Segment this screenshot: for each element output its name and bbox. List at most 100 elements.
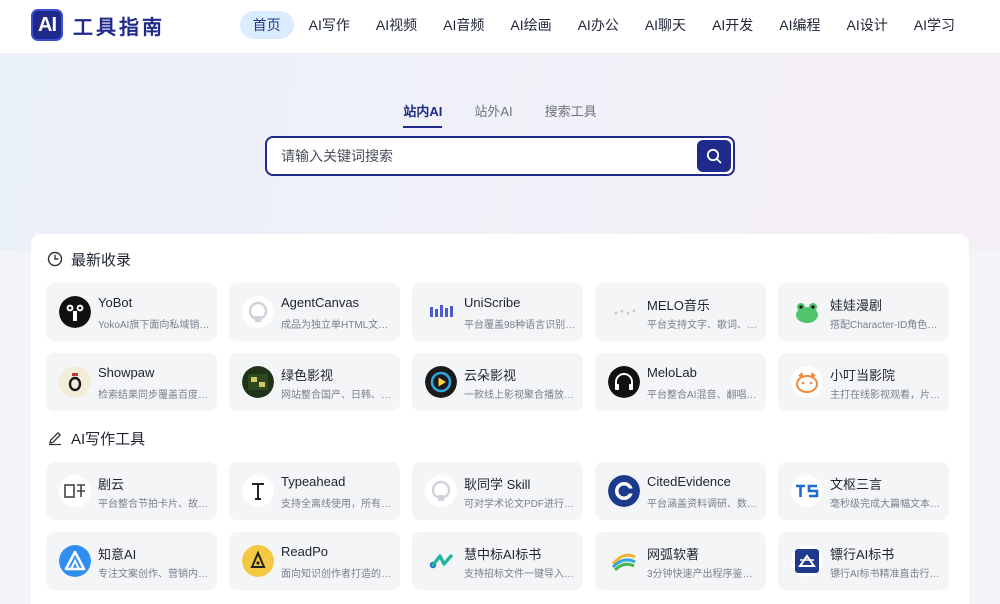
nav-item-6[interactable]: AI聊天 [634,11,697,39]
section-title-writing: AI写作工具 [47,428,145,448]
tool-card[interactable]: UniScribe 平台覆盖98种语言识别与转写 [412,283,583,341]
tool-name: 知意AI [98,547,137,562]
tool-description: 平台支持文字、歌词、风格生成 [647,320,759,331]
tool-card[interactable]: AgentCanvas 成品为独立单HTML文件的画布 [229,283,400,341]
uniscribe-icon [425,296,457,328]
tool-name: Typeahead [281,474,346,489]
tool-description: 检索结果同步覆盖百度网盘资源 [98,390,210,401]
tool-name: ReadPo [281,544,328,559]
tool-description: 面向知识创作者打造的AI工具 [281,569,393,580]
tool-description: 3分钟快速产出程序鉴别材料 [647,569,759,580]
tool-card[interactable]: Typeahead 支持全离线使用，所有数据本地 [229,462,400,520]
tool-name: 文枢三言 [830,477,883,492]
tool-card[interactable]: 娃娃漫剧搭配Character-ID角色一致性 [778,283,949,341]
tool-name: 耿同学 Skill [464,477,531,492]
pencil-icon [49,432,61,446]
tool-card[interactable]: Showpaw 检索结果同步覆盖百度网盘资源 [46,353,217,411]
nav-item-0[interactable]: 首页 [239,11,294,39]
site-logo[interactable]: AI 工具指南 [31,8,165,42]
tool-card[interactable]: 绿色影视网站整合国产、日韩、欧美影视 [229,353,400,411]
cited-icon [608,475,640,507]
search-input[interactable] [281,145,691,167]
hero-section: 站内AI 站外AI 搜索工具 [0,55,1000,250]
top-header: AI 工具指南 首页 AI写作 AI视频 AI音频 AI绘画 AI办公 AI聊天 AI开发 AI… [0,0,1000,54]
tool-name: 娃娃漫剧 [830,298,883,313]
clock-icon [47,251,63,267]
search-tab-2[interactable]: 搜索工具 [545,101,597,128]
tool-description: 网站整合国产、日韩、欧美影视 [281,390,393,401]
github-icon [242,296,274,328]
nav-item-2[interactable]: AI视频 [365,11,428,39]
tool-card[interactable]: MeloLab 平台整合AI混音、翻唱与编曲 [595,353,766,411]
nav-item-7[interactable]: AI开发 [701,11,764,39]
nav-item-4[interactable]: AI绘画 [499,11,562,39]
yobot-icon [59,296,91,328]
search-tab-0[interactable]: 站内AI [403,101,443,128]
tool-card[interactable]: 文枢三言毫秒级完成大篇幅文本生成 [778,462,949,520]
tool-card[interactable]: 知意AI 专注文案创作、营销内容生成 [46,532,217,590]
nav-item-5[interactable]: AI办公 [567,11,630,39]
tool-description: 搭配Character-ID角色一致性 [830,320,942,331]
zhiyi-icon [59,545,91,577]
search-icon [706,148,722,164]
tool-description: 成品为独立单HTML文件的画布 [281,320,393,331]
tool-card[interactable]: 镖行AI标书镖行AI标书精准直击行业痛点 [778,532,949,590]
tool-card[interactable]: 慧中标AI标书支持招标文件一键导入解析 [412,532,583,590]
biaoxing-icon [791,545,823,577]
tool-name: AgentCanvas [281,295,360,310]
section-title-text: AI写作工具 [71,430,146,448]
nav-item-10[interactable]: AI学习 [903,11,966,39]
ts-icon [791,475,823,507]
tool-card[interactable]: 剧云平台整合节拍卡片、故事大纲 [46,462,217,520]
typeahead-icon [242,475,274,507]
tool-description: YokoAI旗下面向私域销售场景 [98,320,210,331]
nav-item-8[interactable]: AI编程 [768,11,831,39]
cat-icon [791,366,823,398]
tool-description: 平台涵盖资料调研、数据分析 [647,499,759,510]
tool-card[interactable]: CitedEvidence 平台涵盖资料调研、数据分析 [595,462,766,520]
tool-name: YoBot [98,295,133,310]
tool-name: 云朵影视 [464,368,517,383]
tool-description: 镖行AI标书精准直击行业痛点 [830,569,942,580]
tool-name: UniScribe [464,295,521,310]
tool-name: 绿色影视 [281,368,334,383]
tool-card[interactable]: 云朵影视一款线上影视聚合播放平台 [412,353,583,411]
search-tabs: 站内AI 站外AI 搜索工具 [0,101,1000,128]
tool-card[interactable]: 小叮当影院主打在线影视观看，片源丰富 [778,353,949,411]
tool-card[interactable]: 耿同学 Skill 可对学术论文PDF进行解读 [412,462,583,520]
tool-card[interactable]: YoBot YokoAI旗下面向私域销售场景 [46,283,217,341]
search-box [265,136,735,176]
tool-description: 专注文案创作、营销内容生成 [98,569,210,580]
tool-name: 剧云 [98,477,125,492]
tool-card[interactable]: MELO音乐平台支持文字、歌词、风格生成 [595,283,766,341]
tool-name: MeloLab [647,365,697,380]
nav-item-3[interactable]: AI音频 [432,11,495,39]
logo-text: 工具指南 [73,14,165,39]
tool-name: 小叮当影院 [830,368,896,383]
logo-badge: AI [31,9,63,41]
tool-name: MELO音乐 [647,298,710,313]
tool-description: 毫秒级完成大篇幅文本生成 [830,499,942,510]
tool-name: Showpaw [98,365,155,380]
search-button[interactable] [697,140,731,172]
search-tab-1[interactable]: 站外AI [474,101,512,128]
frog-icon [791,296,823,328]
section-title-text: 最新收录 [71,251,132,269]
nav-item-9[interactable]: AI设计 [836,11,899,39]
section-title-latest: 最新收录 [47,249,131,269]
tool-card[interactable]: ReadPo 面向知识创作者打造的AI工具 [229,532,400,590]
readpo-icon [242,545,274,577]
tool-name: CitedEvidence [647,474,731,489]
tool-description: 平台整合节拍卡片、故事大纲 [98,499,210,510]
tool-card[interactable]: 网弧软著 3分钟快速产出程序鉴别材料 [595,532,766,590]
tool-name: 慧中标AI标书 [464,547,542,562]
tool-description: 主打在线影视观看，片源丰富 [830,390,942,401]
showpaw-icon [59,366,91,398]
tool-description: 支持招标文件一键导入解析 [464,569,576,580]
nav-item-1[interactable]: AI写作 [298,11,361,39]
headphones-icon [608,366,640,398]
huizhongbiao-icon [425,545,457,577]
tool-description: 平台整合AI混音、翻唱与编曲 [647,390,759,401]
tool-description: 可对学术论文PDF进行解读 [464,499,576,510]
tool-description: 一款线上影视聚合播放平台 [464,390,576,401]
